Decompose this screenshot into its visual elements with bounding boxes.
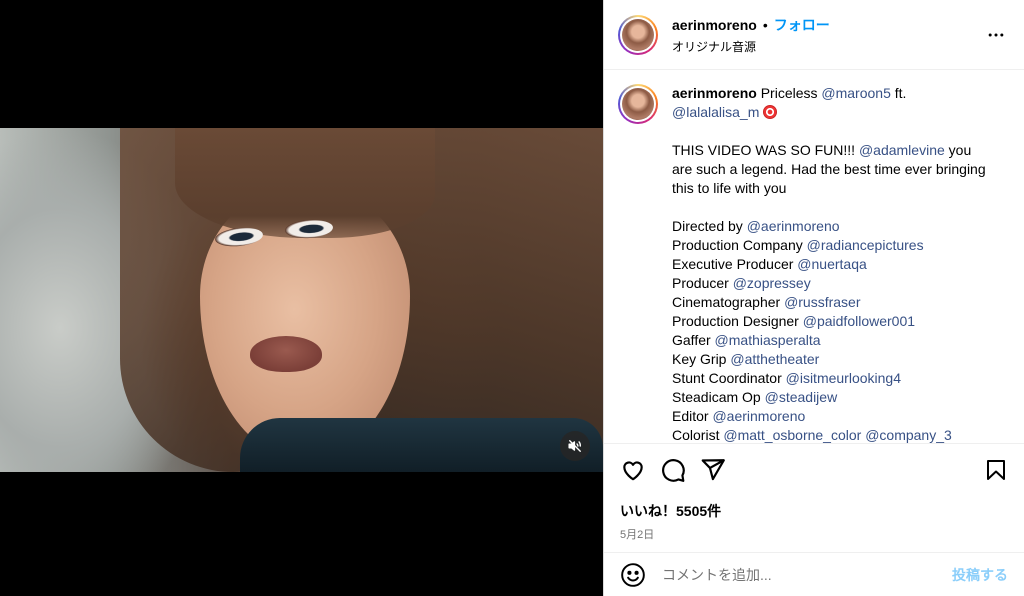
more-options-button[interactable]: [984, 23, 1008, 47]
credit-role: Editor: [672, 408, 709, 424]
credit-line: Production Company @radiancepictures: [672, 236, 990, 255]
credit-line: Steadicam Op @steadijew: [672, 388, 990, 407]
post-actions: いいね！5505件 5月2日: [604, 443, 1024, 553]
credit-line: Stunt Coordinator @isitmeurlooking4: [672, 369, 990, 388]
mention-link[interactable]: @paidfollower001: [803, 313, 915, 329]
mention-link[interactable]: @nuertaqa: [797, 256, 866, 272]
post-date[interactable]: 5月2日: [620, 526, 1008, 542]
credit-role: Gaffer: [672, 332, 711, 348]
credit-role: Stunt Coordinator: [672, 370, 782, 386]
comment-button[interactable]: [660, 450, 700, 490]
credit-role: Production Designer: [672, 313, 799, 329]
follow-button[interactable]: フォロー: [774, 15, 830, 35]
mention-link[interactable]: @atthetheater: [730, 351, 819, 367]
mention-link[interactable]: @lalalalisa_m: [672, 104, 759, 120]
post-header: aerinmoreno • フォロー オリジナル音源: [604, 0, 1024, 70]
bookmark-icon: [987, 460, 1005, 480]
audio-label[interactable]: オリジナル音源: [672, 38, 984, 55]
credit-role: Steadicam Op: [672, 389, 761, 405]
credit-role: Production Company: [672, 237, 803, 253]
mention-link[interactable]: @steadijew: [765, 389, 838, 405]
video-scene-jacket: [240, 418, 603, 472]
mention-link[interactable]: @matt_osborne_color @company_3: [723, 427, 951, 443]
mention-link[interactable]: @isitmeurlooking4: [786, 370, 901, 386]
mention-link[interactable]: @radiancepictures: [807, 237, 924, 253]
comments-section[interactable]: aerinmoreno Priceless @maroon5 ft. @lala…: [604, 70, 1024, 443]
comment-icon: [662, 459, 685, 482]
comment-bar: 投稿する: [604, 552, 1024, 596]
credit-role: Directed by: [672, 218, 743, 234]
more-horizontal-icon: [988, 33, 1004, 36]
credits-list: Directed by @aerinmoreno Production Comp…: [672, 217, 990, 443]
emoji-icon[interactable]: [620, 562, 646, 588]
separator-dot: •: [762, 16, 768, 33]
credit-line: Key Grip @atthetheater: [672, 350, 990, 369]
credit-line: Cinematographer @russfraser: [672, 293, 990, 312]
credit-role: Key Grip: [672, 351, 727, 367]
mention-link[interactable]: @russfraser: [784, 294, 860, 310]
credit-role: Producer: [672, 275, 729, 291]
credit-line: Production Designer @paidfollower001: [672, 312, 990, 331]
mention-link[interactable]: @mathiasperalta: [715, 332, 821, 348]
likes-count[interactable]: いいね！5505件: [620, 501, 1008, 521]
caption-text: THIS VIDEO WAS SO FUN!!!: [672, 142, 856, 158]
share-button[interactable]: [700, 450, 740, 490]
caption-avatar[interactable]: [618, 84, 658, 124]
post-dialog: aerinmoreno • フォロー オリジナル音源 aerinmoreno P…: [0, 0, 1024, 596]
post-caption: aerinmoreno Priceless @maroon5 ft. @lala…: [672, 84, 990, 443]
mention-link[interactable]: @maroon5: [821, 85, 890, 101]
mention-link[interactable]: @zopressey: [733, 275, 811, 291]
heart-icon: [623, 461, 643, 481]
post-side-panel: aerinmoreno • フォロー オリジナル音源 aerinmoreno P…: [603, 0, 1024, 596]
mute-button[interactable]: [560, 431, 590, 461]
credit-line: Gaffer @mathiasperalta: [672, 331, 990, 350]
credit-role: Executive Producer: [672, 256, 794, 272]
header-username[interactable]: aerinmoreno: [672, 17, 757, 33]
credit-line: Executive Producer @nuertaqa: [672, 255, 990, 274]
credit-role: Cinematographer: [672, 294, 781, 310]
caption-title: Priceless: [760, 85, 818, 101]
credit-line: Directed by @aerinmoreno: [672, 217, 990, 236]
speaker-muted-icon: [568, 440, 581, 452]
comment-input[interactable]: [662, 566, 952, 583]
share-icon: [701, 459, 725, 481]
save-button[interactable]: [968, 450, 1008, 490]
caption-username[interactable]: aerinmoreno: [672, 85, 757, 101]
credit-line: Colorist @matt_osborne_color @company_3: [672, 426, 990, 443]
mention-link[interactable]: @aerinmoreno: [712, 408, 805, 424]
like-button[interactable]: [620, 450, 660, 490]
video-frame[interactable]: [0, 128, 603, 472]
mention-link[interactable]: @adamlevine: [859, 142, 945, 158]
caption-ft: ft.: [894, 85, 907, 101]
post-comment-button[interactable]: 投稿する: [952, 565, 1008, 585]
mention-link[interactable]: @aerinmoreno: [747, 218, 840, 234]
video-scene-lips: [250, 336, 322, 372]
credit-role: Colorist: [672, 427, 720, 443]
avatar[interactable]: [618, 14, 658, 55]
target-emoji-icon: [763, 105, 778, 119]
video-player[interactable]: [0, 0, 603, 596]
credit-line: Producer @zopressey: [672, 274, 990, 293]
credit-line: Editor @aerinmoreno: [672, 407, 990, 426]
